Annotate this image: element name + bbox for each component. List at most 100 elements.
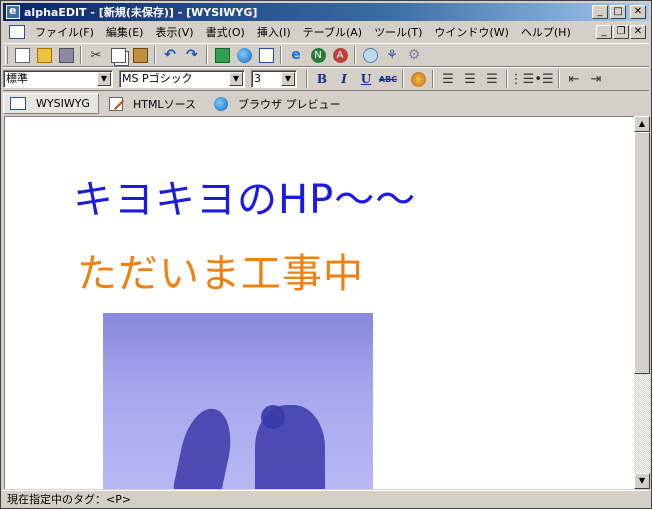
insert-link-button[interactable] (233, 44, 255, 66)
redo-icon: ↷ (186, 46, 198, 63)
underline-icon: U (360, 72, 372, 86)
font-size-select[interactable]: 3 ▼ (251, 70, 297, 88)
menu-bar: ファイル(F) 編集(E) 表示(V) 書式(O) 挿入(I) テーブル(A) … (3, 22, 649, 42)
outdent-icon: ⇤ (568, 71, 580, 87)
html-edit-icon (108, 96, 123, 111)
font-size-value: 3 (254, 72, 261, 85)
toolbar-separator (154, 46, 156, 64)
status-text: 現在指定中のタグ：<P> (7, 493, 132, 506)
italic-button[interactable]: I (333, 68, 355, 90)
tab-label: WYSIWYG (36, 97, 90, 110)
chevron-down-icon[interactable]: ▼ (97, 72, 111, 86)
copy-button[interactable] (107, 44, 129, 66)
insert-image-button[interactable] (211, 44, 233, 66)
close-button[interactable]: ✕ (630, 5, 646, 19)
redo-button[interactable]: ↷ (181, 44, 203, 66)
strikethrough-button[interactable]: ABC (377, 68, 399, 90)
doc-restore-button[interactable]: ❐ (613, 25, 629, 39)
bold-icon: B (316, 72, 328, 86)
toolbar-separator (558, 70, 560, 88)
menu-table[interactable]: テーブル(A) (297, 24, 368, 40)
window-controls: _ □ ✕ (592, 5, 646, 19)
palette-icon (410, 71, 426, 87)
app-icon[interactable] (6, 4, 20, 19)
minimize-button[interactable]: _ (592, 5, 608, 19)
link-icon (236, 47, 252, 63)
menu-file[interactable]: ファイル(F) (29, 24, 100, 40)
sitemap-button[interactable]: ⚘ (381, 44, 403, 66)
menu-window[interactable]: ウインドウ(W) (428, 24, 514, 40)
scroll-down-button[interactable]: ▼ (634, 473, 650, 489)
menu-help[interactable]: ヘルプ(H) (515, 24, 577, 40)
outdent-button[interactable]: ⇤ (563, 68, 585, 90)
snow-shadow-photo[interactable] (103, 313, 373, 489)
page-subheading[interactable]: ただいま工事中 (77, 241, 364, 299)
paste-button[interactable] (129, 44, 151, 66)
toolbar-grip[interactable] (5, 46, 8, 64)
photo-shadow-head (261, 405, 285, 429)
view-tabs: WYSIWYG HTMLソース ブラウザ プレビュー (3, 92, 649, 115)
ie-preview-button[interactable]: e (285, 44, 307, 66)
bold-button[interactable]: B (311, 68, 333, 90)
vertical-scrollbar[interactable]: ▲ ▼ (634, 116, 650, 489)
menu-insert[interactable]: 挿入(I) (251, 24, 297, 40)
unordered-list-button[interactable]: •☰ (533, 68, 555, 90)
align-center-button[interactable]: ☰ (459, 68, 481, 90)
app-window: alphaEDIT - [新規(未保存)] - [WYSIWYG] _ □ ✕ … (0, 0, 652, 509)
toolbar-separator (280, 46, 282, 64)
settings-button[interactable]: ⚙ (403, 44, 425, 66)
other-browser-button[interactable]: A (329, 44, 351, 66)
undo-button[interactable]: ↶ (159, 44, 181, 66)
doc-minimize-button[interactable]: _ (596, 25, 612, 39)
ordered-list-button[interactable]: ⋮☰ (509, 68, 535, 90)
document-icon[interactable] (9, 25, 25, 39)
save-button[interactable] (55, 44, 77, 66)
font-select[interactable]: MS Pゴシック ▼ (119, 70, 245, 88)
menu-format[interactable]: 書式(O) (200, 24, 251, 40)
netscape-preview-button[interactable]: N (307, 44, 329, 66)
wysiwyg-icon (10, 97, 26, 110)
chevron-down-icon[interactable]: ▼ (281, 72, 295, 86)
menu-edit[interactable]: 編集(E) (100, 24, 150, 40)
css-button[interactable] (359, 44, 381, 66)
scroll-thumb[interactable] (634, 132, 650, 374)
tab-html-source[interactable]: HTMLソース (103, 93, 204, 114)
status-bar: 現在指定中のタグ：<P> (3, 490, 649, 507)
underline-button[interactable]: U (355, 68, 377, 90)
indent-button[interactable]: ⇥ (585, 68, 607, 90)
style-select-value: 標準 (6, 72, 28, 85)
css-icon (362, 47, 378, 63)
document-controls: _ ❐ ✕ (596, 25, 646, 39)
standard-toolbar: ✂ ↶ ↷ e N A ⚘ ⚙ (3, 43, 649, 67)
undo-icon: ↶ (164, 46, 176, 63)
style-select[interactable]: 標準 ▼ (3, 70, 113, 88)
page-heading[interactable]: キヨキヨのHP～～ (73, 167, 416, 225)
new-button[interactable] (11, 44, 33, 66)
image-icon (214, 47, 230, 63)
menu-view[interactable]: 表示(V) (149, 24, 199, 40)
wysiwyg-editor[interactable]: キヨキヨのHP～～ ただいま工事中 (4, 116, 634, 489)
open-button[interactable] (33, 44, 55, 66)
paste-icon (132, 47, 148, 63)
format-toolbar: 標準 ▼ MS Pゴシック ▼ 3 ▼ B I U ABC ☰ ☰ ☰ ⋮☰ •… (3, 67, 649, 91)
title-bar[interactable]: alphaEDIT - [新規(未保存)] - [WYSIWYG] _ □ ✕ (3, 3, 649, 21)
ordered-list-icon: ⋮☰ (509, 71, 535, 87)
tab-browser-preview[interactable]: ブラウザ プレビュー (208, 93, 349, 114)
doc-close-button[interactable]: ✕ (630, 25, 646, 39)
align-right-icon: ☰ (486, 71, 498, 87)
align-left-button[interactable]: ☰ (437, 68, 459, 90)
scroll-up-button[interactable]: ▲ (634, 116, 650, 132)
sitemap-icon: ⚘ (386, 47, 398, 63)
tab-wysiwyg[interactable]: WYSIWYG (3, 93, 99, 114)
align-right-button[interactable]: ☰ (481, 68, 503, 90)
ie-icon: e (291, 46, 301, 63)
chevron-down-icon[interactable]: ▼ (229, 72, 243, 86)
maximize-button[interactable]: □ (610, 5, 626, 19)
cut-button[interactable]: ✂ (85, 44, 107, 66)
toolbar-separator (402, 70, 404, 88)
menu-tools[interactable]: ツール(T) (368, 24, 428, 40)
tab-label: ブラウザ プレビュー (238, 97, 341, 111)
insert-table-button[interactable] (255, 44, 277, 66)
bullet-list-icon: •☰ (534, 71, 554, 87)
color-button[interactable] (407, 68, 429, 90)
